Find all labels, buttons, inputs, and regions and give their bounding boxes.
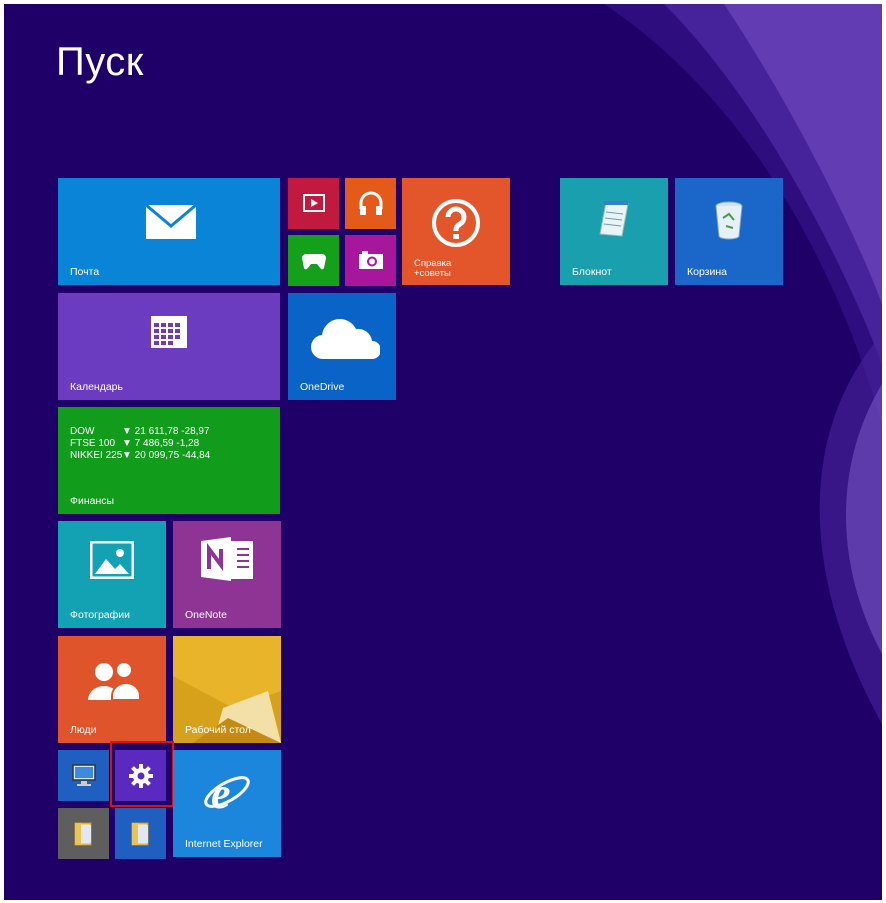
start-title: Пуск [56,40,144,84]
tile-recycle-bin-label: Корзина [687,266,727,278]
mail-icon [145,204,197,239]
tile-calendar-label: Календарь [70,381,123,393]
tile-help[interactable]: Справка +советы [402,178,510,285]
onenote-icon [201,537,253,581]
folder-icon [131,822,149,846]
tile-this-pc[interactable] [58,750,109,801]
gamepad-icon [302,254,326,270]
finance-row: NIKKEI 225▼ 20 099,75 -44,84 [70,450,210,462]
finance-row: FTSE 100 ▼ 7 486,59 -1,28 [70,438,210,450]
finance-index-name: DOW [70,426,95,437]
start-screen: Пуск Почта Справка +советы Блокнот Корзи… [4,4,882,900]
svg-text:e: e [211,769,231,816]
tile-finance[interactable]: DOW ▼ 21 611,78 -28,97 FTSE 100 ▼ 7 486,59… [58,407,280,514]
tile-onedrive-label: OneDrive [300,381,345,393]
tile-help-label-line2: +советы [414,268,451,279]
tile-recycle-bin[interactable]: Корзина [675,178,783,285]
help-icon [432,199,480,247]
recycle-bin-icon [715,201,743,240]
internet-explorer-icon: e [204,769,250,816]
finance-index-value: ▼ 7 486,59 -1,28 [122,438,200,449]
video-icon [303,194,325,212]
tile-desktop[interactable]: Рабочий стол [173,636,281,743]
tile-photos[interactable]: Фотографии [58,521,166,628]
notepad-icon [599,201,629,237]
computer-icon [72,764,96,786]
tile-notepad-label: Блокнот [572,266,612,278]
tile-mail[interactable]: Почта [58,178,280,285]
gear-icon [129,764,153,788]
tile-file-explorer-blue[interactable] [115,808,166,859]
tile-finance-label: Финансы [70,495,115,507]
calendar-icon [151,316,187,348]
people-icon [88,661,140,700]
tile-calendar[interactable]: Календарь [58,293,280,400]
tile-people-label: Люди [70,724,97,736]
tile-video[interactable] [288,178,339,229]
tile-onenote-label: OneNote [185,609,228,621]
cloud-icon [311,319,380,360]
tile-file-explorer-gray[interactable] [58,808,109,859]
finance-index-value: ▼ 21 611,78 -28,97 [122,426,210,437]
tile-photos-label: Фотографии [70,609,131,621]
tile-help-label: Справка +советы [414,259,451,279]
finance-index-value: ▼ 20 099,75 -44,84 [122,450,211,461]
tile-internet-explorer[interactable]: e Internet Explorer [173,750,281,857]
tile-mail-label: Почта [70,266,100,278]
camera-icon [359,251,383,269]
photo-icon [90,541,134,579]
tile-music[interactable] [345,178,396,229]
finance-index-name: FTSE 100 [70,438,116,449]
finance-quotes: DOW ▼ 21 611,78 -28,97 FTSE 100 ▼ 7 486,59… [70,426,210,462]
headphones-icon [359,191,383,215]
tile-notepad[interactable]: Блокнот [560,178,668,285]
tile-onenote[interactable]: OneNote [173,521,281,628]
tile-settings[interactable] [115,750,166,801]
tile-onedrive[interactable]: OneDrive [288,293,396,400]
finance-index-name: NIKKEI 225 [70,450,123,461]
tile-internet-explorer-label: Internet Explorer [185,838,263,850]
folder-icon [74,822,92,846]
tile-camera[interactable] [345,235,396,286]
finance-row: DOW ▼ 21 611,78 -28,97 [70,426,210,438]
tile-people[interactable]: Люди [58,636,166,743]
tile-games[interactable] [288,235,339,286]
tile-desktop-label: Рабочий стол [185,724,251,736]
